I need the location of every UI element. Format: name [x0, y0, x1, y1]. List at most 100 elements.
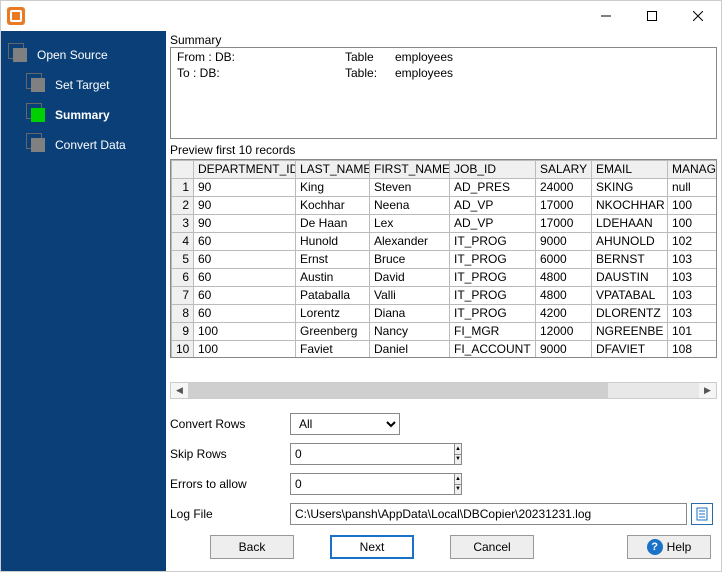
cell: 24000	[536, 178, 592, 196]
cell: Steven	[370, 178, 450, 196]
cancel-button[interactable]: Cancel	[450, 535, 534, 559]
sidebar-item-summary[interactable]: Summary	[1, 105, 166, 125]
sidebar-item-convert-data[interactable]: Convert Data	[1, 135, 166, 155]
table-header-row: DEPARTMENT_ID LAST_NAME FIRST_NAME JOB_I…	[172, 160, 718, 178]
button-label: Help	[667, 540, 692, 554]
table-row[interactable]: 10100FavietDanielFI_ACCOUNT9000DFAVIET10…	[172, 340, 718, 358]
skip-rows-input[interactable]	[290, 443, 454, 465]
app-icon	[7, 7, 25, 25]
document-icon	[695, 507, 709, 521]
cell: 100	[194, 322, 296, 340]
cell: DFAVIET	[592, 340, 668, 358]
cell: 4800	[536, 286, 592, 304]
cell: 103	[668, 286, 718, 304]
cell: Daniel	[370, 340, 450, 358]
wizard-sidebar: Open Source Set Target Summary Convert D…	[1, 31, 166, 571]
errors-allow-spinner[interactable]: ▲▼	[290, 473, 400, 495]
table-row[interactable]: 190KingStevenAD_PRES24000SKINGnull	[172, 178, 718, 196]
table-row[interactable]: 290KochharNeenaAD_VP17000NKOCHHAR100	[172, 196, 718, 214]
table-row[interactable]: 860LorentzDianaIT_PROG4200DLORENTZ103	[172, 304, 718, 322]
cell: 17000	[536, 196, 592, 214]
scroll-track[interactable]	[188, 383, 699, 398]
cell: 103	[668, 268, 718, 286]
table-row[interactable]: 390De HaanLexAD_VP17000LDEHAAN100	[172, 214, 718, 232]
spin-down-icon[interactable]: ▼	[455, 455, 461, 465]
column-header[interactable]: JOB_ID	[450, 160, 536, 178]
spin-up-icon[interactable]: ▲	[455, 474, 461, 485]
cell: 60	[194, 286, 296, 304]
cell: 9000	[536, 340, 592, 358]
minimize-button[interactable]	[583, 1, 629, 31]
column-header[interactable]: MANAG	[668, 160, 718, 178]
cell: 101	[668, 322, 718, 340]
column-header[interactable]: SALARY	[536, 160, 592, 178]
table-row[interactable]: 9100GreenbergNancyFI_MGR12000NGREENBE101	[172, 322, 718, 340]
back-button[interactable]: Back	[210, 535, 294, 559]
button-label: Back	[239, 540, 266, 554]
titlebar	[1, 1, 721, 31]
sidebar-item-label: Convert Data	[55, 138, 126, 152]
cell: 60	[194, 268, 296, 286]
cell: IT_PROG	[450, 286, 536, 304]
table-row[interactable]: 760PataballaValliIT_PROG4800VPATABAL103	[172, 286, 718, 304]
sidebar-item-label: Summary	[55, 108, 110, 122]
table-row[interactable]: 560ErnstBruceIT_PROG6000BERNST103	[172, 250, 718, 268]
scroll-right-icon[interactable]: ▶	[699, 383, 716, 398]
cell: NKOCHHAR	[592, 196, 668, 214]
log-file-input[interactable]	[290, 503, 687, 525]
cell: 4800	[536, 268, 592, 286]
help-icon: ?	[647, 539, 663, 555]
row-number-cell: 3	[172, 214, 194, 232]
browse-log-button[interactable]	[691, 503, 713, 525]
cell: 60	[194, 250, 296, 268]
cell: 100	[668, 196, 718, 214]
cell: IT_PROG	[450, 250, 536, 268]
cell: 60	[194, 232, 296, 250]
skip-rows-spinner[interactable]: ▲▼	[290, 443, 400, 465]
cell: Pataballa	[296, 286, 370, 304]
cell: 103	[668, 304, 718, 322]
sidebar-item-set-target[interactable]: Set Target	[1, 75, 166, 95]
cell: Alexander	[370, 232, 450, 250]
cell: King	[296, 178, 370, 196]
cell: Lex	[370, 214, 450, 232]
cell: Faviet	[296, 340, 370, 358]
preview-label: Preview first 10 records	[166, 143, 721, 159]
summary-box: From : DB: Table employees To : DB: Tabl…	[170, 47, 717, 139]
column-header[interactable]: EMAIL	[592, 160, 668, 178]
scroll-left-icon[interactable]: ◀	[171, 383, 188, 398]
table-row[interactable]: 660AustinDavidIT_PROG4800DAUSTIN103	[172, 268, 718, 286]
table-row[interactable]: 460HunoldAlexanderIT_PROG9000AHUNOLD102	[172, 232, 718, 250]
spin-down-icon[interactable]: ▼	[455, 485, 461, 495]
next-button[interactable]: Next	[330, 535, 414, 559]
horizontal-scrollbar[interactable]: ◀ ▶	[170, 382, 717, 399]
cell: Greenberg	[296, 322, 370, 340]
wizard-footer: Back Next Cancel ? Help	[166, 525, 721, 571]
cell: null	[668, 178, 718, 196]
sidebar-item-open-source[interactable]: Open Source	[1, 45, 166, 65]
cell: 4200	[536, 304, 592, 322]
cell: Diana	[370, 304, 450, 322]
cell: 90	[194, 196, 296, 214]
row-number-cell: 4	[172, 232, 194, 250]
convert-rows-select[interactable]: All	[290, 413, 400, 435]
errors-allow-input[interactable]	[290, 473, 454, 495]
column-header[interactable]: DEPARTMENT_ID	[194, 160, 296, 178]
row-number-cell: 10	[172, 340, 194, 358]
spin-up-icon[interactable]: ▲	[455, 444, 461, 455]
cell: Austin	[296, 268, 370, 286]
maximize-button[interactable]	[629, 1, 675, 31]
row-number-cell: 8	[172, 304, 194, 322]
cell: SKING	[592, 178, 668, 196]
scroll-thumb[interactable]	[188, 383, 608, 398]
row-number-header	[172, 160, 194, 178]
column-header[interactable]: FIRST_NAME	[370, 160, 450, 178]
log-file-label: Log File	[170, 507, 290, 521]
help-button[interactable]: ? Help	[627, 535, 711, 559]
cell: BERNST	[592, 250, 668, 268]
cell: IT_PROG	[450, 268, 536, 286]
column-header[interactable]: LAST_NAME	[296, 160, 370, 178]
cell: 60	[194, 304, 296, 322]
preview-table[interactable]: DEPARTMENT_ID LAST_NAME FIRST_NAME JOB_I…	[170, 159, 717, 358]
close-button[interactable]	[675, 1, 721, 31]
